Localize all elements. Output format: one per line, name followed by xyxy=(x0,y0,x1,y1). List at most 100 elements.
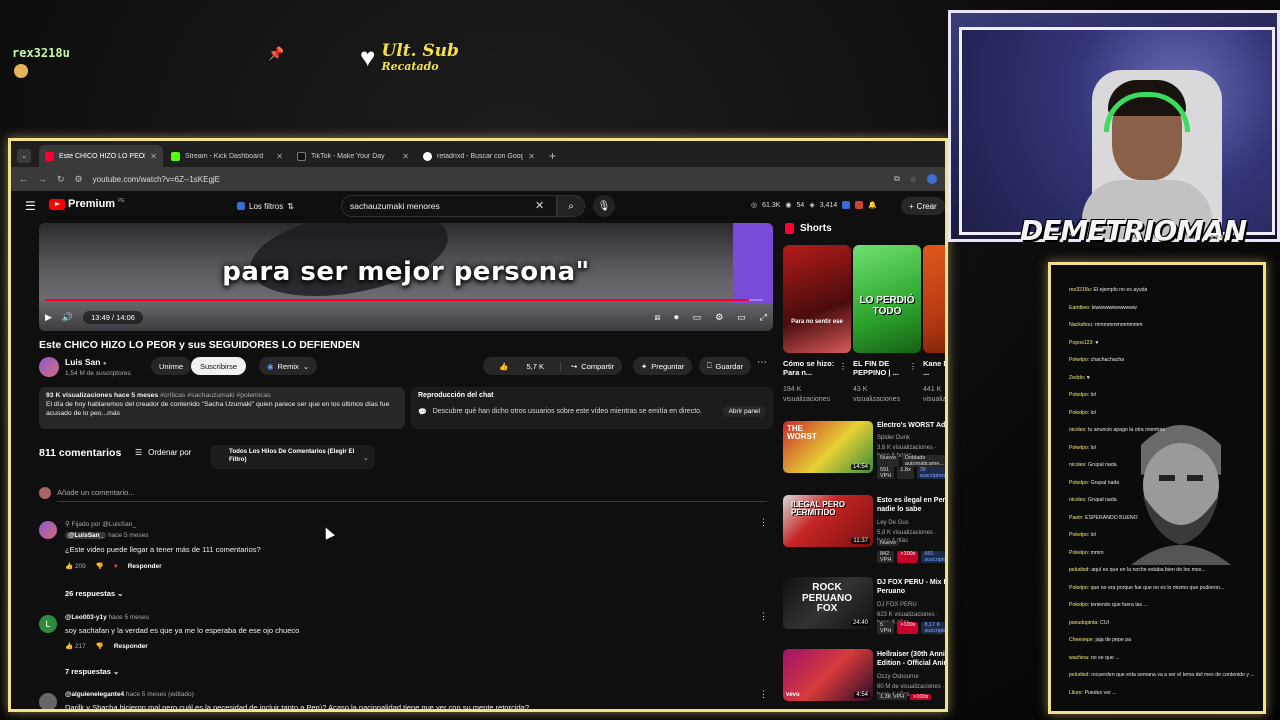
short-title[interactable]: Cómo se hizo: Para n... xyxy=(783,359,843,377)
chat-message-text: recuerden que esta semana va a ser el te… xyxy=(1091,672,1255,678)
share-button[interactable]: ↪ Compartir xyxy=(563,357,623,375)
more-actions-icon[interactable]: ⋯ xyxy=(757,357,767,368)
close-icon[interactable]: ✕ xyxy=(402,152,409,161)
sort-button[interactable]: ☰ Ordenar por xyxy=(135,448,191,457)
related-stats: 5 VPH >100x 8,17 K suscriptores xyxy=(877,622,945,634)
comment-time[interactable]: hace 5 meses xyxy=(108,532,148,539)
settings-icon[interactable]: ⚙ xyxy=(715,312,723,323)
related-title[interactable]: Esto es ilegal en Perú y casi nadie lo s… xyxy=(877,497,945,515)
close-icon[interactable]: ✕ xyxy=(276,152,283,161)
url-field[interactable]: youtube.com/watch?v=6Z--1sKEgjE xyxy=(93,175,884,184)
comment-author[interactable]: @Leo003-y1y xyxy=(65,614,107,621)
comment-avatar[interactable] xyxy=(39,693,57,709)
autoplay-toggle-icon[interactable]: ⏺ xyxy=(674,312,679,323)
tab-google[interactable]: retadrixd - Buscar con Google ✕ xyxy=(417,145,541,167)
forward-icon[interactable]: → xyxy=(38,174,47,184)
short-thumbnail[interactable]: Para no sentir ese xyxy=(783,245,851,353)
remix-button[interactable]: ◉ Remix ⌄ xyxy=(259,357,318,375)
channel-avatar[interactable] xyxy=(39,357,59,377)
close-icon[interactable]: ✕ xyxy=(528,152,535,161)
short-title[interactable]: Kane Evolution - ... xyxy=(923,359,945,377)
dislike-button[interactable]: 👎 xyxy=(96,562,104,570)
create-button[interactable]: + Crear xyxy=(901,197,945,215)
menu-icon[interactable]: ☰ xyxy=(25,199,36,213)
related-title[interactable]: Hellraiser (30th Anniversary Edition - O… xyxy=(877,651,945,669)
clear-search-icon[interactable]: ✕ xyxy=(535,199,544,212)
short-menu-icon[interactable]: ⋮ xyxy=(909,362,917,371)
comment-avatar[interactable] xyxy=(39,521,57,539)
related-thumbnail[interactable]: ROCK PERUANO FOX 24:40 xyxy=(783,577,873,629)
tab-kick[interactable]: Stream - Kick Dashboard ✕ xyxy=(165,145,289,167)
related-channel[interactable]: Ozzy Osbourne xyxy=(877,673,919,681)
close-icon[interactable]: ✕ xyxy=(150,152,157,161)
save-button[interactable]: ⎕ Guardar xyxy=(699,357,752,375)
voice-search-button[interactable]: 🎙 xyxy=(593,195,615,217)
back-icon[interactable]: ← xyxy=(19,174,28,184)
tab-search-button[interactable]: ⌄ xyxy=(17,149,31,163)
chat-icon: ◈ xyxy=(809,202,815,209)
chapters-icon[interactable]: ⧈ xyxy=(654,312,660,323)
extension-icon[interactable] xyxy=(842,201,851,209)
chat-message: Nackshou: mmmmmmmmmmm xyxy=(1069,322,1143,328)
comment-menu-icon[interactable]: ⋮ xyxy=(759,517,768,528)
address-bar: ← → ↻ ⚙ youtube.com/watch?v=6Z--1sKEgjE … xyxy=(11,167,945,191)
open-panel-button[interactable]: Abrir panel xyxy=(722,406,766,417)
related-title[interactable]: Electro's WORST Adaptation. xyxy=(877,422,945,431)
fullscreen-icon[interactable]: ⤢ xyxy=(760,312,767,323)
related-thumbnail[interactable]: ILEGAL PERO PERMITIDO 11:37 xyxy=(783,495,873,547)
short-thumbnail[interactable]: LO PERDIÓ TODO xyxy=(853,245,921,353)
volume-icon[interactable]: 🔊 xyxy=(62,312,73,323)
tab-tiktok[interactable]: TikTok - Make Your Day ✕ xyxy=(291,145,415,167)
like-button[interactable]: 👍 209 xyxy=(65,562,86,570)
chat-message-user: Pokelpo: xyxy=(1069,602,1091,608)
play-icon[interactable]: ▶ xyxy=(45,312,52,323)
site-info-icon[interactable]: ⚙ xyxy=(75,174,83,185)
join-button[interactable]: Unirme xyxy=(151,357,192,375)
comment-avatar[interactable]: L xyxy=(39,615,57,633)
related-thumbnail[interactable]: vevo 4:54 xyxy=(783,649,873,701)
comment-time[interactable]: hace 5 meses xyxy=(109,614,149,621)
search-button[interactable]: ⌕ xyxy=(557,195,585,217)
comment-author[interactable]: @alguienelegante4 xyxy=(65,691,124,698)
related-channel[interactable]: Ley De Gus xyxy=(877,519,909,527)
related-title[interactable]: DJ FOX PERU - Mix Rock Peruano xyxy=(877,579,945,597)
progress-bar[interactable] xyxy=(45,299,763,301)
description-box[interactable]: 93 K visualizaciones hace 5 meses #críti… xyxy=(39,387,405,429)
thread-filter-select[interactable]: Todos Los Hilos De Comentarios (Elegir E… xyxy=(211,445,375,469)
reload-icon[interactable]: ↻ xyxy=(57,174,65,185)
replies-toggle[interactable]: 26 respuestas ⌄ xyxy=(65,589,123,598)
bookmark-star-icon[interactable]: ☆ xyxy=(910,175,917,184)
short-menu-icon[interactable]: ⋮ xyxy=(839,362,847,371)
profile-avatar[interactable] xyxy=(927,174,937,184)
extension-icon[interactable] xyxy=(855,201,864,209)
reply-button[interactable]: Responder xyxy=(128,563,162,570)
add-comment-input[interactable]: Añade un comentario... xyxy=(57,488,767,502)
channel-name[interactable]: Luis San ● xyxy=(65,357,106,367)
comment-time[interactable]: hace 5 meses (editado) xyxy=(126,691,194,698)
related-channel[interactable]: DJ FOX PERU xyxy=(877,601,917,609)
new-tab-button[interactable]: + xyxy=(543,149,562,167)
replies-toggle[interactable]: 7 respuestas ⌄ xyxy=(65,667,119,676)
dislike-button[interactable]: 👎 xyxy=(96,642,104,650)
search-input[interactable]: sachauzumaki menores xyxy=(341,195,557,217)
bell-icon[interactable]: 🔔 xyxy=(868,201,877,209)
subscribe-button[interactable]: Suscribirse xyxy=(191,357,247,375)
comment-author[interactable]: @LuisSan_ xyxy=(65,532,107,539)
comment-menu-icon[interactable]: ⋮ xyxy=(759,689,768,700)
like-button[interactable]: 👍 5,7 K xyxy=(483,362,560,371)
ask-button[interactable]: ✦ Preguntar xyxy=(633,357,693,375)
related-thumbnail[interactable]: THE WORST 14:54 xyxy=(783,421,873,473)
video-player[interactable]: para ser mejor persona" ▶ 🔊 13:49 / 14:0… xyxy=(39,223,773,331)
youtube-logo[interactable]: Premium PE xyxy=(49,198,125,210)
cast-icon[interactable]: ⧉ xyxy=(894,174,900,184)
tab-youtube[interactable]: Este CHICO HIZO LO PEOR ✕ xyxy=(39,145,163,167)
like-button[interactable]: 👍 217 xyxy=(65,642,86,650)
short-title[interactable]: EL FIN DE PEPPINO | ... xyxy=(853,359,913,377)
short-thumbnail[interactable]: 2006 xyxy=(923,245,945,353)
reply-button[interactable]: Responder xyxy=(114,643,148,650)
comment-menu-icon[interactable]: ⋮ xyxy=(759,611,768,622)
theater-icon[interactable]: ▭ xyxy=(737,312,746,323)
related-channel[interactable]: Spider Dunk xyxy=(877,434,910,442)
subtitles-icon[interactable]: ▭ xyxy=(693,312,702,323)
filters-button[interactable]: Los filtros ⇅ xyxy=(231,198,300,214)
